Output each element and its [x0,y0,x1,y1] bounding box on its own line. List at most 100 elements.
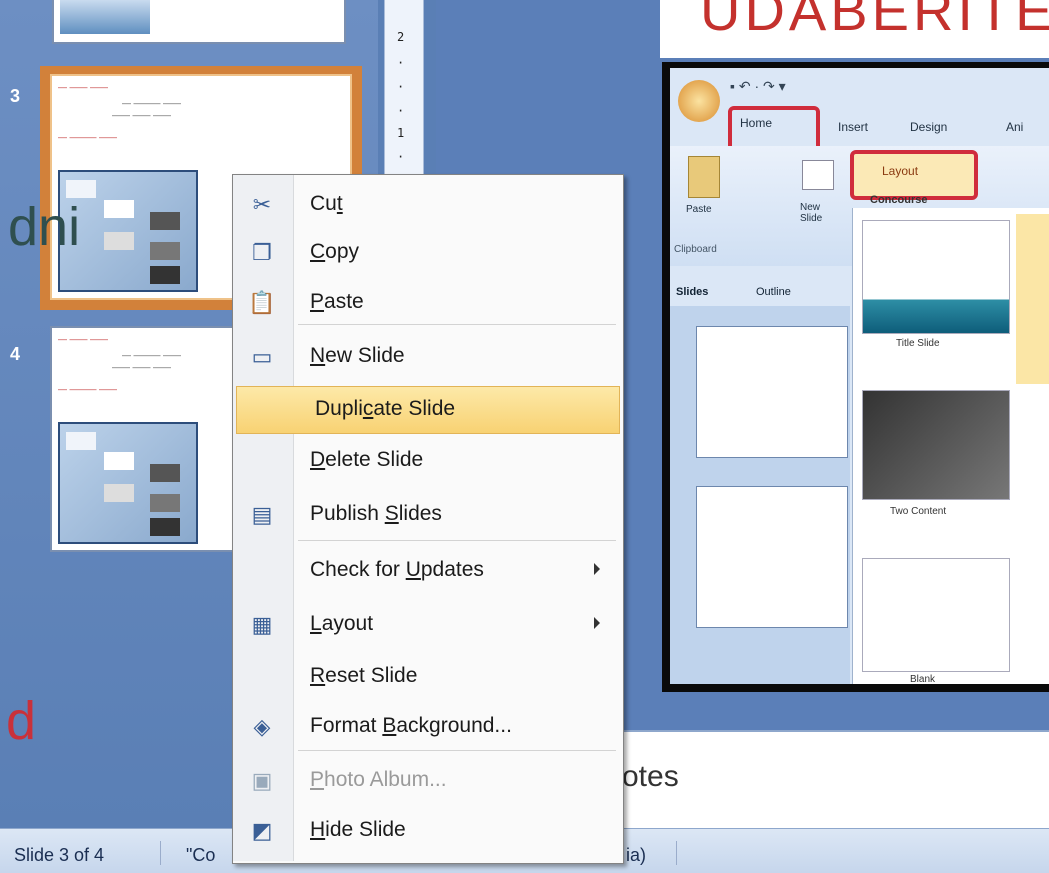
access-key: H [310,818,326,841]
menu-item-copy[interactable]: ❐ Copy [232,230,622,276]
menu-item-label: Layout [310,612,373,636]
new-slide-icon [802,160,834,190]
label-text: eset Slide [325,664,418,687]
access-key: L [310,612,322,635]
thumb-subheading: — ——— —— [58,132,118,142]
menu-item-duplicate-slide[interactable]: Duplicate Slide [236,386,620,434]
layout-option-selected [1016,214,1049,384]
label-text: Check for [310,558,406,581]
menu-item-reset-slide[interactable]: Reset Slide [232,654,622,700]
slide-title-text: UDABERITE [700,0,1049,42]
slide-indicator: Slide 3 of 4 [14,845,105,865]
layout-icon: ▦ [251,612,273,637]
slides-tab: Slides [676,286,709,298]
slide-thumbnail-2[interactable] [52,0,346,44]
layout-button: Layout [850,150,978,200]
context-menu-items: ✂ Cut ❐ Copy 📋 Paste ▭ New Slide Duplicate Slide… [232,174,622,862]
access-key: c [362,397,374,420]
label-text: Dupli [315,397,363,420]
menu-item-publish-slides[interactable]: ▤ Publish Slides [232,492,622,538]
menu-item-label: Format Background... [310,714,512,738]
layout-option-title-slide [862,220,1010,334]
menu-item-layout[interactable]: ▦ Layout [232,602,622,648]
menu-item-label: Cut [310,192,343,216]
submenu-arrow-icon [594,617,600,629]
menu-item-hide-slide[interactable]: ◩ Hide Slide [232,808,622,854]
layout-label: Blank [910,674,936,685]
thumb-subtext: — ——— —— [122,350,182,360]
hide-slide-icon: ◩ [251,818,273,843]
label-text: ackground... [396,714,512,737]
access-key: R [310,664,326,687]
language-indicator: ia) [626,845,647,865]
menu-item-paste[interactable]: 📋 Paste [232,280,622,326]
photo-album-icon: ▣ [251,768,273,793]
office-button-icon [678,80,720,122]
menu-item-cut[interactable]: ✂ Cut [232,182,622,228]
publish-icon: ▤ [251,502,273,527]
access-key: B [382,714,397,737]
label-text: ate Slide [373,397,456,420]
menu-item-check-for-updates[interactable]: Check for Updates [232,548,622,594]
tab-design: Design [910,120,948,134]
menu-item-new-slide[interactable]: ▭ New Slide [232,334,622,380]
label-text: aste [324,290,364,313]
scissors-icon: ✂ [252,192,272,217]
menu-item-label: Copy [310,240,359,264]
menu-separator [298,324,616,325]
copy-icon: ❐ [252,240,272,265]
paste-label: Paste [686,204,712,215]
menu-item-label: Duplicate Slide [315,397,455,421]
embedded-screenshot: ▪ ↶ · ↷ ▾ Home Insert Design Ani Paste N… [670,68,1049,685]
new-slide-label: New Slide [800,202,823,224]
label-text: ayout [321,612,374,635]
thumb-subheading: — ——— —— [58,384,118,394]
thumb-screenshot [58,422,198,544]
label-text: Format [310,714,383,737]
status-divider [160,841,161,865]
menu-separator [298,750,616,751]
thumb-subtext: —— —— —— [112,110,172,120]
menu-item-label: Publish Slides [310,502,442,526]
new-slide-icon: ▭ [251,344,273,369]
layout-label: Title Slide [896,338,940,349]
menu-separator [298,540,616,541]
label-text: ide Slide [325,818,406,841]
thumb-heading: — —— —— [58,334,109,344]
menu-item-format-background[interactable]: ◈ Format Background... [232,704,622,750]
access-key: S [384,502,399,525]
label-text: opy [325,240,360,263]
menu-item-label: New Slide [310,344,405,368]
menu-item-label: Delete Slide [310,448,423,472]
menu-item-label: Check for Updates [310,558,484,582]
access-key: P [310,290,325,313]
tab-insert: Insert [838,120,869,134]
slide-number-3: 3 [10,86,21,106]
layout-option-two-content [862,390,1010,500]
layout-button-label: Layout [882,164,919,178]
clipboard-group-label: Clipboard [674,244,717,255]
outline-tab: Outline [756,286,791,298]
quick-access-toolbar: ▪ ↶ · ↷ ▾ [730,78,786,94]
menu-item-delete-slide[interactable]: Delete Slide [232,438,622,484]
tab-animations: Ani [1006,120,1024,134]
menu-item-label: Photo Album... [310,768,447,792]
paste-icon: 📋 [248,290,276,315]
thumb-subtext: — ——— —— [122,98,182,108]
access-key: N [310,344,326,367]
label-text: Cu [310,192,337,215]
slide-number-4: 4 [10,344,21,364]
thumb-subtext: —— —— —— [112,362,172,372]
thumbnail-graphic [60,0,150,34]
label-text: hoto Album... [324,768,447,791]
label-text: Publish [310,502,385,525]
access-key: C [310,240,326,263]
notes-placeholder: otes [622,760,679,793]
menu-item-label: Hide Slide [310,818,406,842]
access-key: D [310,448,326,471]
submenu-arrow-icon [594,563,600,575]
layout-option-blank [862,558,1010,672]
layout-gallery-header: Concourse [870,194,928,206]
menu-item-photo-album: ▣ Photo Album... [232,758,622,804]
paint-bucket-icon: ◈ [253,714,271,739]
